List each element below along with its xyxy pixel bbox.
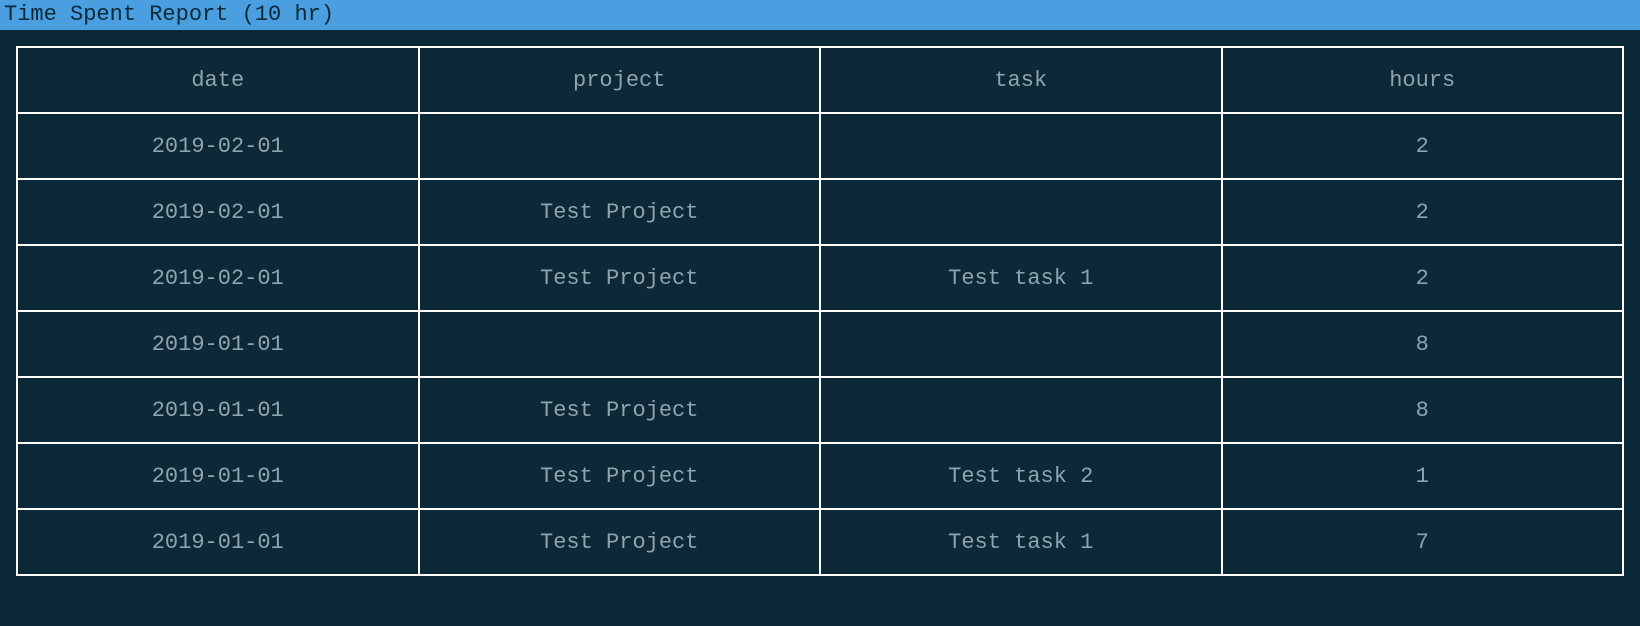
cell-task xyxy=(820,311,1222,377)
cell-date: 2019-01-01 xyxy=(17,509,419,575)
cell-task: Test task 1 xyxy=(820,509,1222,575)
table-row: 2019-02-01 Test Project 2 xyxy=(17,179,1623,245)
cell-project: Test Project xyxy=(419,443,821,509)
cell-task xyxy=(820,179,1222,245)
cell-project xyxy=(419,311,821,377)
table-header-row: date project task hours xyxy=(17,47,1623,113)
cell-hours: 8 xyxy=(1222,311,1624,377)
cell-hours: 2 xyxy=(1222,245,1624,311)
table-row: 2019-01-01 Test Project Test task 2 1 xyxy=(17,443,1623,509)
cell-date: 2019-02-01 xyxy=(17,245,419,311)
column-header-hours: hours xyxy=(1222,47,1624,113)
cell-project xyxy=(419,113,821,179)
cell-date: 2019-02-01 xyxy=(17,113,419,179)
cell-project: Test Project xyxy=(419,377,821,443)
column-header-task: task xyxy=(820,47,1222,113)
report-title: Time Spent Report (10 hr) xyxy=(0,0,1640,30)
cell-date: 2019-01-01 xyxy=(17,311,419,377)
table-row: 2019-01-01 Test Project 8 xyxy=(17,377,1623,443)
table-row: 2019-02-01 Test Project Test task 1 2 xyxy=(17,245,1623,311)
column-header-project: project xyxy=(419,47,821,113)
column-header-date: date xyxy=(17,47,419,113)
cell-hours: 1 xyxy=(1222,443,1624,509)
cell-hours: 8 xyxy=(1222,377,1624,443)
table-row: 2019-01-01 Test Project Test task 1 7 xyxy=(17,509,1623,575)
cell-date: 2019-02-01 xyxy=(17,179,419,245)
cell-task: Test task 1 xyxy=(820,245,1222,311)
table-row: 2019-02-01 2 xyxy=(17,113,1623,179)
cell-date: 2019-01-01 xyxy=(17,377,419,443)
table-container: date project task hours 2019-02-01 2 201… xyxy=(0,30,1640,576)
cell-project: Test Project xyxy=(419,179,821,245)
table-row: 2019-01-01 8 xyxy=(17,311,1623,377)
cell-project: Test Project xyxy=(419,509,821,575)
cell-hours: 2 xyxy=(1222,179,1624,245)
cell-task xyxy=(820,113,1222,179)
cell-task xyxy=(820,377,1222,443)
cell-project: Test Project xyxy=(419,245,821,311)
cell-date: 2019-01-01 xyxy=(17,443,419,509)
cell-task: Test task 2 xyxy=(820,443,1222,509)
cell-hours: 7 xyxy=(1222,509,1624,575)
report-table: date project task hours 2019-02-01 2 201… xyxy=(16,46,1624,576)
cell-hours: 2 xyxy=(1222,113,1624,179)
